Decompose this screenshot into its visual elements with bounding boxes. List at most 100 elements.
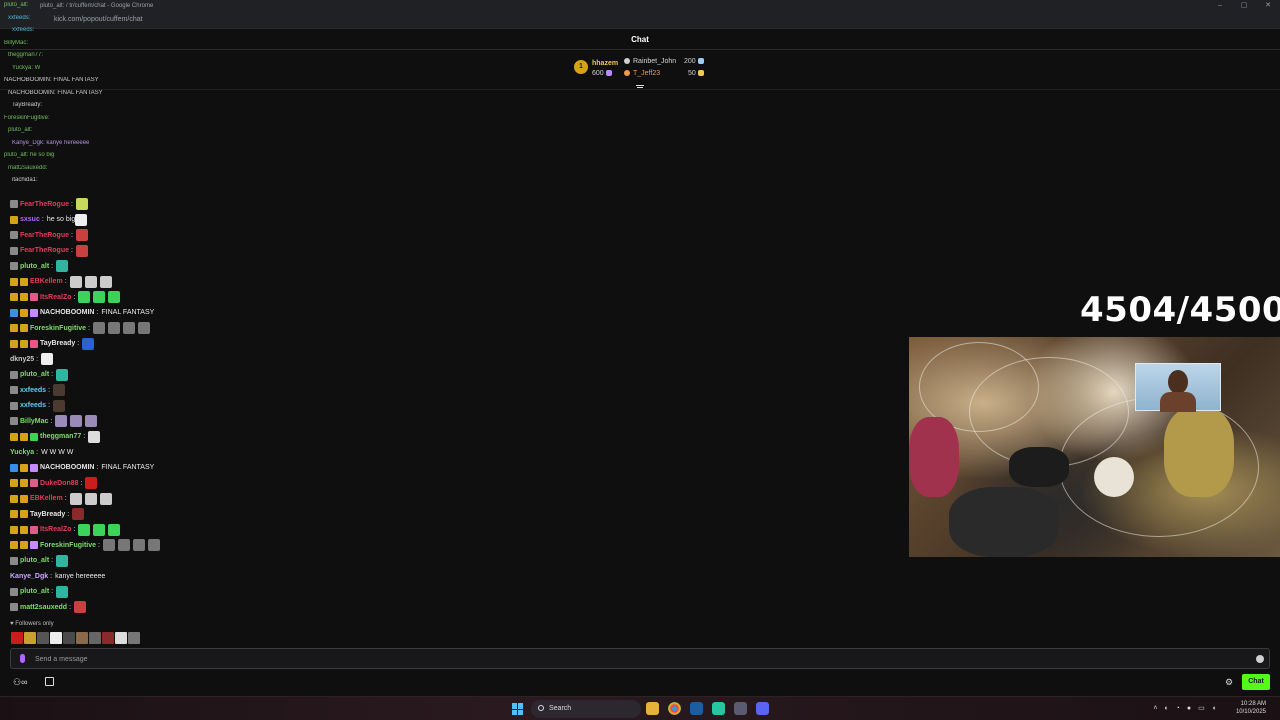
chat-emote-icon[interactable]: [69, 275, 82, 288]
user-badge-icon[interactable]: [20, 463, 28, 472]
chat-emote-icon[interactable]: [99, 275, 112, 288]
quick-emote-icon[interactable]: [37, 632, 49, 644]
chat-username[interactable]: FearTheRogue: [20, 247, 69, 254]
quick-emote-icon[interactable]: [76, 632, 88, 644]
user-badge-icon[interactable]: [30, 541, 38, 549]
chat-message[interactable]: ForeskinFugitive:: [10, 321, 153, 335]
chat-emote-icon[interactable]: [93, 523, 106, 536]
chat-emote-icon[interactable]: [55, 415, 68, 427]
user-badge-icon[interactable]: [30, 432, 38, 441]
user-badge-icon[interactable]: [30, 525, 38, 534]
user-badge-icon[interactable]: [20, 277, 28, 286]
chat-emote-icon[interactable]: [69, 492, 82, 505]
gift-leaderboard[interactable]: 1 hhazem 600 Rainbet_John 200 T_Jeff23 5…: [572, 56, 712, 82]
quick-emote-icon[interactable]: [50, 632, 62, 644]
chat-message[interactable]: Yuckya: W W W W: [10, 445, 73, 459]
app-icon[interactable]: [734, 702, 747, 715]
url-text[interactable]: kick.com/popout/cuffem/chat: [54, 15, 143, 25]
chat-emote-icon[interactable]: [93, 291, 106, 303]
minimize-button[interactable]: –: [1208, 0, 1232, 12]
chat-emote-icon[interactable]: [53, 399, 66, 412]
app-icon[interactable]: [712, 702, 725, 715]
chat-message[interactable]: ItsRealZo:: [10, 290, 123, 304]
emoji-picker-icon[interactable]: [1256, 655, 1264, 663]
chat-username[interactable]: ForeskinFugitive: [40, 542, 96, 549]
user-badge-icon[interactable]: [10, 587, 18, 596]
user-badge-icon[interactable]: [20, 324, 28, 332]
chat-message[interactable]: NACHOBOOMIN: FINAL FANTASY: [10, 461, 154, 475]
user-badge-icon[interactable]: [10, 432, 18, 441]
chat-emote-icon[interactable]: [108, 291, 121, 303]
taskbar-clock[interactable]: 10:28 AM 10/10/2025: [1236, 700, 1266, 716]
user-badge-icon[interactable]: [10, 603, 18, 611]
user-badge-icon[interactable]: [20, 479, 28, 487]
chat-username[interactable]: DukeDon88: [40, 480, 79, 487]
user-badge-icon[interactable]: [10, 463, 18, 472]
chat-emote-icon[interactable]: [41, 353, 54, 365]
chat-emote-icon[interactable]: [53, 384, 66, 396]
chat-username[interactable]: Kanye_Dgk: [10, 573, 48, 580]
chat-emote-icon[interactable]: [75, 198, 88, 210]
chat-message[interactable]: ItsRealZo:: [10, 523, 123, 537]
chrome-icon[interactable]: [668, 702, 681, 715]
chat-emote-icon[interactable]: [75, 244, 88, 257]
chat-message[interactable]: TayBready:: [10, 507, 87, 521]
chat-message[interactable]: sxsuc: he so big: [10, 213, 90, 227]
user-badge-icon[interactable]: [30, 339, 38, 348]
chat-username[interactable]: Yuckya: [10, 449, 34, 456]
network-icon[interactable]: ◐: [1164, 703, 1168, 715]
close-button[interactable]: ✕: [1256, 0, 1280, 12]
chat-message[interactable]: EBKellem:: [10, 492, 115, 506]
chat-username[interactable]: FearTheRogue: [20, 232, 69, 239]
user-badge-icon[interactable]: [20, 308, 28, 317]
settings-gear-icon[interactable]: ⚙: [1225, 677, 1233, 687]
chat-emote-icon[interactable]: [84, 275, 97, 288]
quick-emote-icon[interactable]: [102, 632, 114, 644]
taskbar-search[interactable]: Search: [531, 700, 641, 718]
chat-username[interactable]: xxfeeds: [20, 402, 46, 409]
chat-emote-icon[interactable]: [85, 477, 98, 489]
user-badge-icon[interactable]: [10, 556, 18, 565]
user-badge-icon[interactable]: [10, 277, 18, 286]
chat-message[interactable]: matt2sauxedd:: [10, 600, 89, 614]
chat-emote-icon[interactable]: [84, 492, 97, 505]
chat-username[interactable]: FearTheRogue: [20, 201, 69, 208]
chat-emote-icon[interactable]: [108, 523, 121, 536]
user-badge-icon[interactable]: [20, 494, 28, 503]
chat-emote-icon[interactable]: [56, 585, 69, 598]
chat-message[interactable]: FearTheRogue:: [10, 244, 91, 258]
chat-emote-icon[interactable]: [117, 539, 130, 551]
chat-message[interactable]: TayBready:: [10, 337, 97, 351]
user-badge-icon[interactable]: [10, 293, 18, 301]
user-badge-icon[interactable]: [20, 293, 28, 301]
chat-emote-icon[interactable]: [56, 260, 69, 272]
chat-username[interactable]: NACHOBOOMIN: [40, 309, 94, 316]
chat-message[interactable]: FearTheRogue:: [10, 228, 91, 242]
user-badge-icon[interactable]: [10, 494, 18, 503]
windows-start-icon[interactable]: [512, 703, 524, 715]
chat-message[interactable]: EBKellem:: [10, 275, 115, 289]
user-badge-icon[interactable]: [10, 417, 18, 425]
chat-username[interactable]: NACHOBOOMIN: [40, 464, 94, 471]
chat-emote-icon[interactable]: [56, 554, 69, 567]
user-badge-icon[interactable]: [10, 200, 18, 208]
chat-username[interactable]: theggman77: [40, 433, 81, 440]
user-badge-icon[interactable]: [10, 510, 18, 518]
chat-message[interactable]: ForeskinFugitive:: [10, 538, 163, 552]
quick-emote-icon[interactable]: [128, 632, 140, 644]
leaderboard-name-1[interactable]: hhazem: [592, 59, 618, 69]
user-badge-icon[interactable]: [10, 401, 18, 410]
chat-username[interactable]: BillyMac: [20, 418, 48, 425]
maximize-button[interactable]: ▢: [1232, 0, 1256, 12]
chat-emote-icon[interactable]: [78, 523, 91, 536]
user-badge-icon[interactable]: [10, 262, 18, 270]
chat-username[interactable]: pluto_alt: [20, 371, 49, 378]
chat-username[interactable]: dkny25: [10, 356, 34, 363]
chevron-up-icon[interactable]: ˄: [1153, 703, 1157, 715]
quick-emote-icon[interactable]: [11, 632, 23, 644]
quick-emote-icon[interactable]: [24, 632, 36, 644]
user-badge-icon[interactable]: [30, 463, 38, 472]
chat-message[interactable]: xxfeeds:: [10, 399, 68, 413]
chat-emote-icon[interactable]: [82, 337, 95, 350]
collapse-leaderboard-icon[interactable]: [636, 84, 644, 92]
